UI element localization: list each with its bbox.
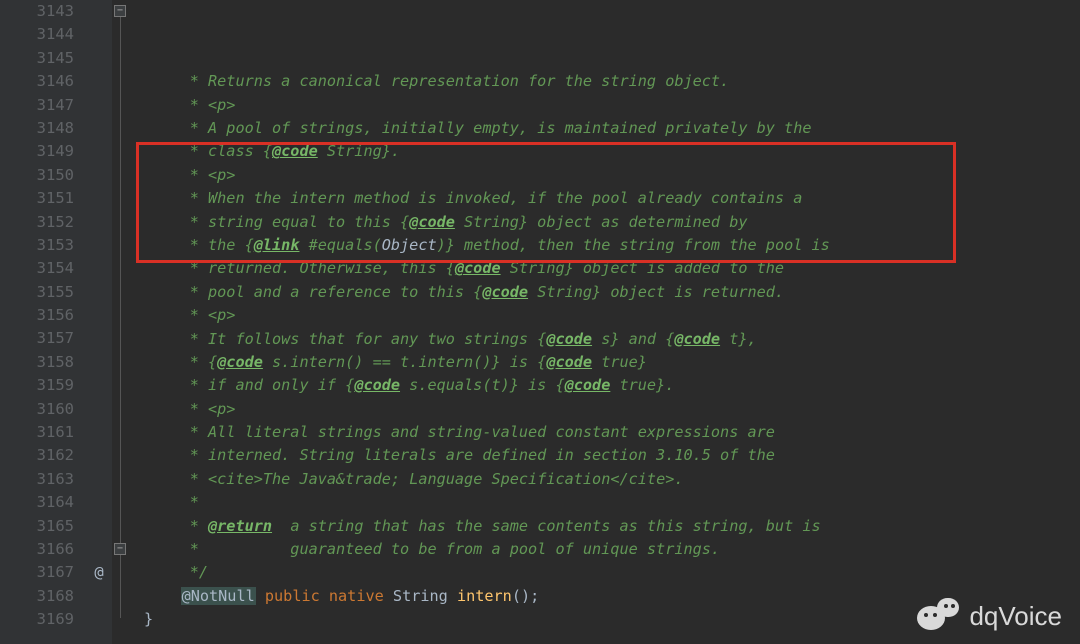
line-number: 3145 bbox=[0, 47, 74, 70]
fold-toggle-icon[interactable] bbox=[114, 543, 126, 555]
line-number: 3154 bbox=[0, 257, 74, 280]
code-line[interactable]: * All literal strings and string-valued … bbox=[144, 421, 1080, 444]
code-line[interactable]: * interned. String literals are defined … bbox=[144, 444, 1080, 467]
line-number: 3168 bbox=[0, 585, 74, 608]
line-number: 3147 bbox=[0, 94, 74, 117]
line-number: 3160 bbox=[0, 398, 74, 421]
fold-gutter bbox=[112, 0, 130, 644]
code-line[interactable]: * <p> bbox=[144, 398, 1080, 421]
code-line[interactable]: * <cite>The Java&trade; Language Specifi… bbox=[144, 468, 1080, 491]
code-editor[interactable]: 3143314431453146314731483149315031513152… bbox=[0, 0, 1080, 644]
line-number: 3165 bbox=[0, 515, 74, 538]
code-line[interactable]: * <p> bbox=[144, 164, 1080, 187]
code-line[interactable]: * It follows that for any two strings {@… bbox=[144, 328, 1080, 351]
line-number: 3159 bbox=[0, 374, 74, 397]
annotation-gutter: @ bbox=[86, 0, 112, 644]
line-number: 3144 bbox=[0, 23, 74, 46]
code-line[interactable]: * {@code s.intern() == t.intern()} is {@… bbox=[144, 351, 1080, 374]
line-number: 3169 bbox=[0, 608, 74, 631]
code-line[interactable]: * returned. Otherwise, this {@code Strin… bbox=[144, 257, 1080, 280]
line-number: 3148 bbox=[0, 117, 74, 140]
line-number: 3166 bbox=[0, 538, 74, 561]
line-number: 3143 bbox=[0, 0, 74, 23]
code-line[interactable]: * When the intern method is invoked, if … bbox=[144, 187, 1080, 210]
line-number: 3167 bbox=[0, 561, 74, 584]
line-number: 3161 bbox=[0, 421, 74, 444]
code-line[interactable]: * bbox=[144, 491, 1080, 514]
code-line[interactable]: * string equal to this {@code String} ob… bbox=[144, 211, 1080, 234]
line-number: 3153 bbox=[0, 234, 74, 257]
fold-toggle-icon[interactable] bbox=[114, 5, 126, 17]
code-line[interactable]: * Returns a canonical representation for… bbox=[144, 70, 1080, 93]
override-gutter-icon: @ bbox=[86, 561, 112, 584]
line-number: 3163 bbox=[0, 468, 74, 491]
line-number-gutter: 3143314431453146314731483149315031513152… bbox=[0, 0, 86, 644]
code-line[interactable]: * guaranteed to be from a pool of unique… bbox=[144, 538, 1080, 561]
code-line[interactable]: * pool and a reference to this {@code St… bbox=[144, 281, 1080, 304]
line-number: 3157 bbox=[0, 327, 74, 350]
code-line[interactable]: * class {@code String}. bbox=[144, 140, 1080, 163]
fold-line bbox=[120, 10, 121, 618]
line-number: 3152 bbox=[0, 211, 74, 234]
line-number: 3162 bbox=[0, 444, 74, 467]
code-line[interactable]: * @return a string that has the same con… bbox=[144, 515, 1080, 538]
watermark: dqVoice bbox=[917, 598, 1062, 634]
line-number: 3151 bbox=[0, 187, 74, 210]
line-number: 3156 bbox=[0, 304, 74, 327]
line-number: 3164 bbox=[0, 491, 74, 514]
watermark-text: dqVoice bbox=[969, 601, 1062, 632]
line-number: 3158 bbox=[0, 351, 74, 374]
code-line[interactable]: * if and only if {@code s.equals(t)} is … bbox=[144, 374, 1080, 397]
wechat-icon bbox=[917, 598, 961, 634]
code-line[interactable]: * the {@link #equals(Object)} method, th… bbox=[144, 234, 1080, 257]
line-number: 3155 bbox=[0, 281, 74, 304]
line-number: 3146 bbox=[0, 70, 74, 93]
code-line[interactable]: * A pool of strings, initially empty, is… bbox=[144, 117, 1080, 140]
code-line[interactable]: * <p> bbox=[144, 94, 1080, 117]
code-line[interactable]: */ bbox=[144, 561, 1080, 584]
line-number: 3150 bbox=[0, 164, 74, 187]
code-area[interactable]: * Returns a canonical representation for… bbox=[130, 0, 1080, 644]
code-line[interactable]: * <p> bbox=[144, 304, 1080, 327]
line-number: 3149 bbox=[0, 140, 74, 163]
